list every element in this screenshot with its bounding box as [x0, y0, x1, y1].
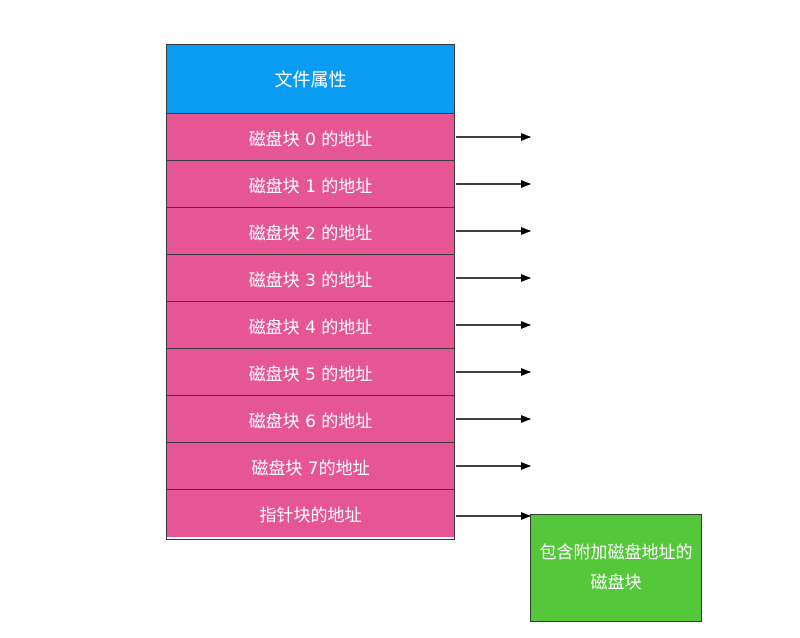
- disk-block-1-address: 磁盘块 1 的地址: [167, 161, 454, 208]
- pointer-block-address: 指针块的地址: [167, 490, 454, 537]
- additional-address-block: 包含附加磁盘地址的磁盘块: [530, 514, 702, 622]
- disk-block-3-address: 磁盘块 3 的地址: [167, 255, 454, 302]
- diagram-canvas: 文件属性 磁盘块 0 的地址 磁盘块 1 的地址 磁盘块 2 的地址 磁盘块 3…: [0, 0, 800, 638]
- disk-block-6-address: 磁盘块 6 的地址: [167, 396, 454, 443]
- inode-table: 文件属性 磁盘块 0 的地址 磁盘块 1 的地址 磁盘块 2 的地址 磁盘块 3…: [166, 44, 455, 540]
- disk-block-2-address: 磁盘块 2 的地址: [167, 208, 454, 255]
- disk-block-4-address: 磁盘块 4 的地址: [167, 302, 454, 349]
- disk-block-7-address: 磁盘块 7的地址: [167, 443, 454, 490]
- file-attributes-cell: 文件属性: [167, 45, 454, 114]
- disk-block-5-address: 磁盘块 5 的地址: [167, 349, 454, 396]
- disk-block-0-address: 磁盘块 0 的地址: [167, 114, 454, 161]
